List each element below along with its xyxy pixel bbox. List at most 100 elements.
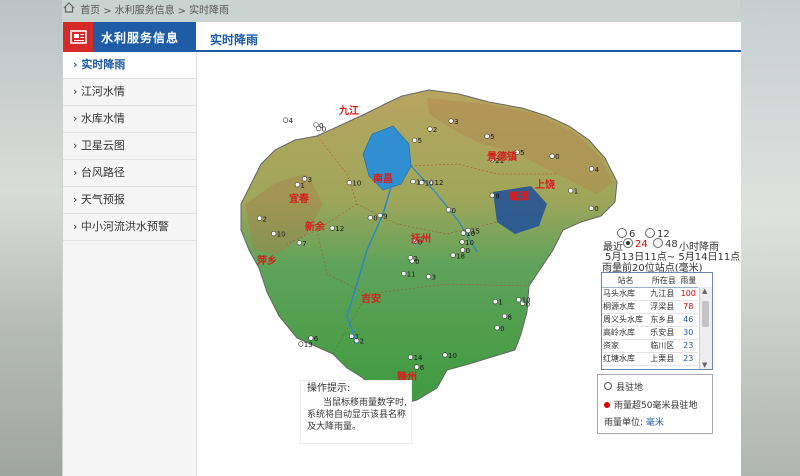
station-marker[interactable]: [367, 215, 373, 221]
station-marker[interactable]: [313, 122, 319, 128]
station-marker[interactable]: [492, 299, 498, 305]
tab-realtime-rain[interactable]: 实时降雨: [210, 31, 258, 48]
station-value[interactable]: 3: [454, 118, 458, 126]
station-value[interactable]: 10: [352, 180, 361, 188]
station-marker[interactable]: [301, 176, 308, 182]
station-marker[interactable]: [346, 180, 352, 186]
station-marker[interactable]: [465, 227, 471, 234]
station-marker[interactable]: [448, 118, 454, 124]
station-value[interactable]: 0: [373, 215, 377, 223]
station-value[interactable]: 11: [407, 271, 416, 279]
station-marker[interactable]: [410, 178, 416, 185]
station-value[interactable]: 0: [500, 325, 504, 333]
station-marker[interactable]: [450, 252, 456, 258]
station-value[interactable]: 18: [456, 252, 465, 260]
station-marker[interactable]: [445, 207, 452, 213]
station-marker[interactable]: [296, 240, 302, 246]
station-value[interactable]: 9: [383, 213, 387, 221]
station-value[interactable]: 10: [277, 231, 286, 239]
station-marker[interactable]: [501, 313, 508, 319]
station-marker[interactable]: [282, 117, 289, 123]
sidebar-item-river-water[interactable]: › 江河水情: [63, 79, 196, 106]
station-marker[interactable]: [568, 188, 574, 194]
station-value[interactable]: 6: [420, 364, 425, 372]
station-value[interactable]: 12: [335, 225, 344, 233]
station-marker[interactable]: [460, 247, 466, 253]
station-value[interactable]: 0: [594, 205, 598, 213]
sidebar-item-flood-warning[interactable]: › 中小河流洪水预警: [63, 214, 196, 241]
table-row[interactable]: 周义头水库 东乡县 46: [602, 313, 698, 327]
station-value[interactable]: 1: [574, 188, 578, 196]
station-marker[interactable]: [426, 274, 432, 280]
station-marker[interactable]: [489, 192, 495, 198]
station-marker[interactable]: [588, 205, 594, 211]
table-row[interactable]: 资家 临川区 23: [602, 339, 698, 353]
station-value[interactable]: 15: [471, 228, 480, 236]
station-value[interactable]: 12: [435, 179, 444, 187]
scroll-down-icon[interactable]: ▼: [702, 361, 707, 369]
station-value[interactable]: 5: [490, 133, 494, 141]
station-marker[interactable]: [408, 354, 414, 360]
station-marker[interactable]: [427, 126, 433, 132]
station-marker[interactable]: [414, 364, 420, 370]
station-value[interactable]: 10: [448, 352, 457, 360]
sidebar-item-satellite-cloud[interactable]: › 卫星云图: [63, 133, 196, 160]
station-value[interactable]: 2: [413, 255, 417, 263]
breadcrumb-level1[interactable]: 水利服务信息: [115, 6, 175, 17]
station-marker[interactable]: [308, 335, 314, 341]
station-value[interactable]: 0: [466, 247, 470, 255]
station-value[interactable]: 5: [418, 137, 422, 145]
scroll-up-icon[interactable]: ▲: [702, 287, 707, 295]
sidebar-item-typhoon-path[interactable]: › 台风路径: [63, 160, 196, 187]
station-value[interactable]: 3: [308, 176, 312, 184]
table-row[interactable]: 桐源水库 浮梁县 78: [602, 300, 698, 314]
sidebar-item-realtime-rain[interactable]: › 实时降雨: [63, 52, 196, 79]
station-value[interactable]: 10: [425, 180, 434, 188]
station-value[interactable]: 0: [319, 122, 323, 130]
home-icon[interactable]: [63, 2, 77, 19]
station-marker[interactable]: [329, 225, 335, 231]
station-value[interactable]: 10: [522, 297, 531, 305]
station-marker[interactable]: [412, 137, 418, 143]
station-value[interactable]: 8: [508, 313, 512, 321]
station-value[interactable]: 2: [263, 215, 267, 223]
station-value[interactable]: 10: [465, 239, 474, 247]
station-value[interactable]: 0: [452, 207, 456, 215]
station-value[interactable]: 5: [520, 149, 524, 157]
station-value[interactable]: 6: [314, 335, 319, 343]
station-value[interactable]: 0: [555, 153, 559, 161]
station-marker[interactable]: [549, 153, 555, 159]
station-value[interactable]: 7: [302, 240, 306, 248]
station-marker[interactable]: [377, 212, 383, 219]
table-row[interactable]: 高岭水库 乐安县 30: [602, 326, 698, 340]
station-marker[interactable]: [494, 325, 500, 331]
table-row[interactable]: 马头水库 九江县 100: [602, 287, 698, 301]
station-value[interactable]: 4: [595, 166, 600, 174]
station-value[interactable]: 2: [360, 338, 364, 346]
station-marker[interactable]: [588, 166, 595, 172]
station-marker[interactable]: [419, 179, 425, 186]
station-value[interactable]: 4: [289, 117, 294, 125]
station-value[interactable]: 14: [414, 354, 423, 362]
station-value[interactable]: 1: [300, 182, 304, 190]
table-row[interactable]: 红塘水库 上栗县 23: [602, 352, 698, 366]
station-marker[interactable]: [271, 231, 277, 237]
scroll-thumb[interactable]: [702, 301, 709, 327]
station-marker[interactable]: [298, 341, 304, 347]
station-value[interactable]: 1: [498, 299, 502, 307]
station-value[interactable]: 7: [355, 333, 359, 341]
station-marker[interactable]: [442, 352, 448, 358]
table-scrollbar[interactable]: ▲ ▼: [699, 287, 712, 369]
station-value[interactable]: 8: [495, 192, 499, 200]
station-marker[interactable]: [459, 239, 465, 245]
station-marker[interactable]: [256, 215, 263, 221]
sidebar-item-weather-forecast[interactable]: › 天气预报: [63, 187, 196, 214]
station-value[interactable]: 2: [433, 126, 437, 134]
station-marker[interactable]: [460, 230, 466, 236]
station-marker[interactable]: [484, 133, 490, 139]
sidebar-item-reservoir-water[interactable]: › 水库水情: [63, 106, 196, 133]
station-marker[interactable]: [401, 271, 407, 277]
station-marker[interactable]: [294, 182, 300, 188]
station-marker[interactable]: [516, 297, 522, 303]
station-value[interactable]: 3: [432, 274, 436, 282]
